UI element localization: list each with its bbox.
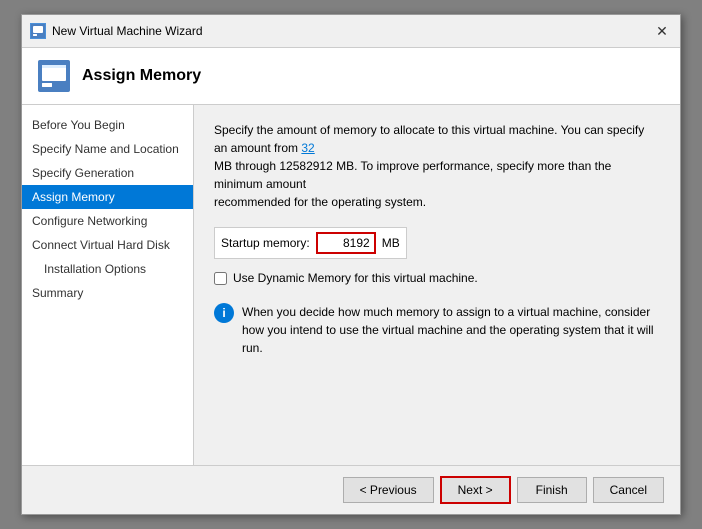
footer: < Previous Next > Finish Cancel <box>22 465 680 514</box>
main-content: Specify the amount of memory to allocate… <box>194 105 680 465</box>
window-title: New Virtual Machine Wizard <box>52 24 203 38</box>
finish-button[interactable]: Finish <box>517 477 587 503</box>
header-section: Assign Memory <box>22 48 680 105</box>
sidebar-item-installation-options[interactable]: Installation Options <box>22 257 193 281</box>
dynamic-memory-checkbox[interactable] <box>214 272 227 285</box>
cancel-button[interactable]: Cancel <box>593 477 664 503</box>
sidebar-item-summary[interactable]: Summary <box>22 281 193 305</box>
description-text: Specify the amount of memory to allocate… <box>214 121 660 211</box>
dynamic-memory-row: Use Dynamic Memory for this virtual mach… <box>214 271 660 285</box>
close-button[interactable]: ✕ <box>652 21 672 41</box>
startup-memory-row: Startup memory: MB <box>214 227 407 259</box>
wizard-window: New Virtual Machine Wizard ✕ Assign Memo… <box>21 14 681 515</box>
sidebar-item-configure-networking[interactable]: Configure Networking <box>22 209 193 233</box>
sidebar-item-specify-generation[interactable]: Specify Generation <box>22 161 193 185</box>
sidebar-item-before-you-begin[interactable]: Before You Begin <box>22 113 193 137</box>
info-text: When you decide how much memory to assig… <box>242 303 660 357</box>
title-bar-left: New Virtual Machine Wizard <box>30 23 203 39</box>
header-wizard-icon <box>38 60 70 92</box>
sidebar-item-connect-virtual-hard-disk[interactable]: Connect Virtual Hard Disk <box>22 233 193 257</box>
info-box: i When you decide how much memory to ass… <box>214 297 660 363</box>
startup-memory-input[interactable] <box>316 232 376 254</box>
sidebar-item-assign-memory[interactable]: Assign Memory <box>22 185 193 209</box>
previous-button[interactable]: < Previous <box>343 477 434 503</box>
title-bar: New Virtual Machine Wizard ✕ <box>22 15 680 48</box>
info-icon: i <box>214 303 234 323</box>
content-area: Before You BeginSpecify Name and Locatio… <box>22 105 680 465</box>
page-title: Assign Memory <box>82 67 201 85</box>
sidebar: Before You BeginSpecify Name and Locatio… <box>22 105 194 465</box>
wizard-icon <box>30 23 46 39</box>
dynamic-memory-label: Use Dynamic Memory for this virtual mach… <box>233 271 478 285</box>
min-memory-link: 32 <box>301 141 314 155</box>
memory-unit: MB <box>382 236 400 250</box>
sidebar-item-specify-name-and-location[interactable]: Specify Name and Location <box>22 137 193 161</box>
next-button[interactable]: Next > <box>440 476 511 504</box>
startup-memory-label: Startup memory: <box>221 236 310 250</box>
